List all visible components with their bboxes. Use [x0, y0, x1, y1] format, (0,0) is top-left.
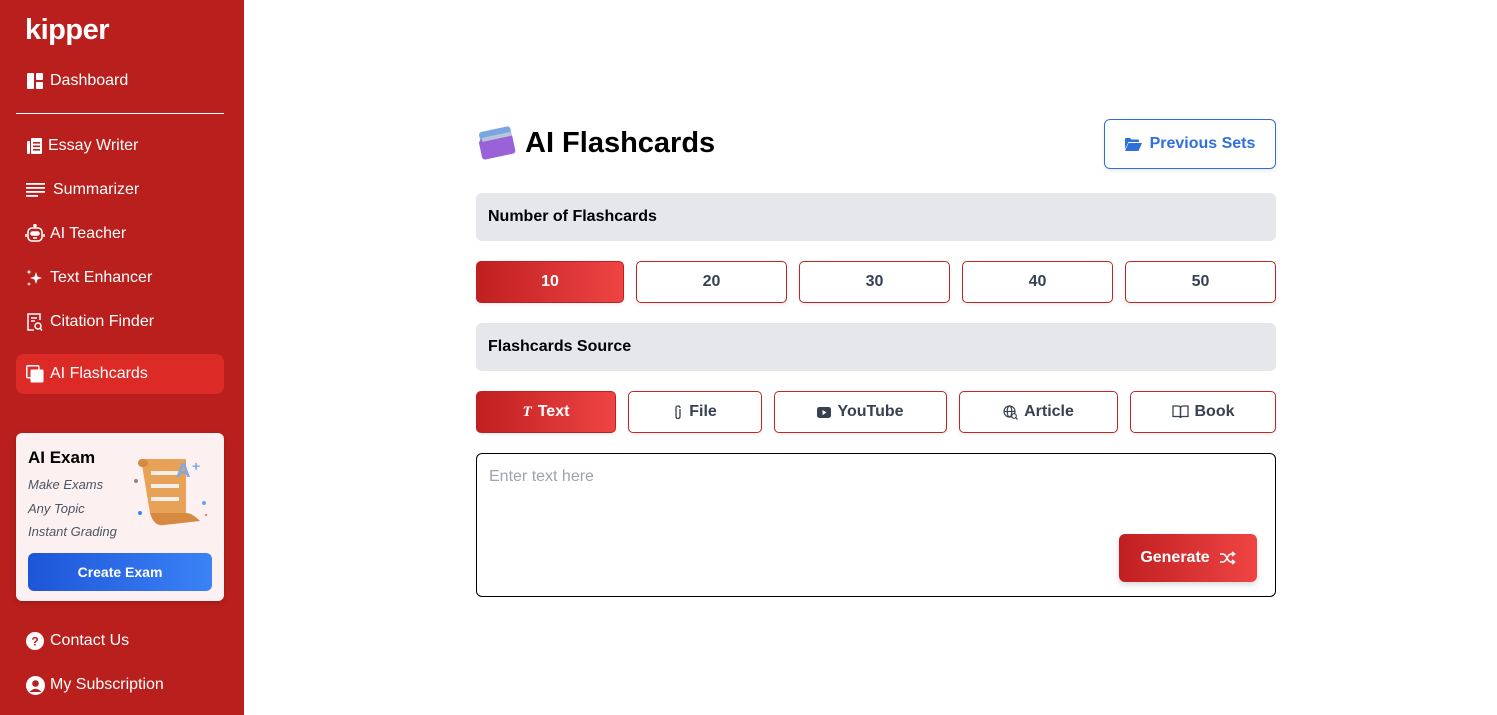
sidebar-item-label: Summarizer — [53, 181, 140, 198]
source-option-youtube[interactable]: YouTube — [774, 391, 947, 433]
book-icon — [1171, 405, 1189, 419]
flashcards-icon — [479, 126, 516, 160]
sidebar-item-summarizer[interactable]: Summarizer — [16, 170, 224, 210]
generate-label: Generate — [1140, 549, 1210, 566]
robot-icon — [25, 224, 45, 244]
sidebar-item-label: Citation Finder — [50, 313, 155, 330]
source-option-label: Article — [1024, 403, 1074, 420]
paperclip-icon — [675, 404, 681, 419]
cards-icon — [25, 364, 45, 384]
shuffle-icon — [1219, 551, 1236, 565]
sidebar-item-dashboard[interactable]: Dashboard — [16, 61, 224, 101]
create-exam-button[interactable]: Create Exam — [28, 553, 212, 591]
svg-text:?: ? — [31, 635, 38, 649]
sidebar-item-label: Text Enhancer — [50, 269, 153, 286]
count-option-40[interactable]: 40 — [962, 261, 1113, 303]
previous-sets-label: Previous Sets — [1149, 135, 1256, 152]
text-input-container: Generate — [476, 453, 1276, 597]
sidebar-item-citation-finder[interactable]: Citation Finder — [16, 302, 224, 342]
svg-text:A: A — [176, 460, 190, 482]
count-option-20[interactable]: 20 — [636, 261, 787, 303]
sidebar-item-label: My Subscription — [50, 676, 164, 693]
sidebar-item-label: AI Teacher — [50, 225, 127, 242]
source-option-label: Book — [1194, 403, 1235, 420]
svg-text:+: + — [192, 458, 200, 474]
user-circle-icon — [25, 675, 45, 695]
source-option-file[interactable]: File — [628, 391, 762, 433]
previous-sets-button[interactable]: Previous Sets — [1104, 119, 1276, 169]
youtube-icon — [817, 406, 832, 418]
sidebar-item-label: Essay Writer — [48, 137, 139, 154]
sidebar-item-ai-teacher[interactable]: AI Teacher — [16, 214, 224, 254]
count-option-30[interactable]: 30 — [799, 261, 950, 303]
document-icon — [25, 136, 43, 156]
dashboard-icon — [25, 71, 45, 91]
sidebar-item-essay-writer[interactable]: Essay Writer — [16, 126, 224, 166]
sidebar-item-ai-flashcards[interactable]: AI Flashcards — [16, 354, 224, 394]
flashcards-source-header: Flashcards Source — [476, 323, 1276, 371]
globe-search-icon — [1003, 404, 1019, 420]
source-option-article[interactable]: Article — [959, 391, 1118, 433]
logo[interactable]: kipper — [25, 14, 110, 47]
document-search-icon — [25, 312, 45, 332]
question-circle-icon: ? — [25, 631, 45, 651]
source-option-label: YouTube — [837, 403, 904, 420]
promo-line: Any Topic — [28, 501, 85, 516]
text-lines-icon — [25, 180, 45, 200]
source-option-book[interactable]: Book — [1130, 391, 1276, 433]
sidebar-item-label: AI Flashcards — [50, 365, 148, 382]
sidebar-item-contact-us[interactable]: ? Contact Us — [16, 621, 224, 661]
page-header: AI Flashcards — [476, 126, 715, 160]
page-title: AI Flashcards — [525, 126, 716, 159]
promo-title: AI Exam — [28, 448, 96, 467]
sidebar-item-text-enhancer[interactable]: Text Enhancer — [16, 258, 224, 298]
folder-open-icon — [1124, 137, 1142, 151]
text-italic-icon: T — [522, 403, 532, 420]
promo-line: Instant Grading — [28, 524, 117, 539]
sidebar-divider — [16, 113, 224, 114]
count-option-10[interactable]: 10 — [476, 261, 624, 303]
count-option-50[interactable]: 50 — [1125, 261, 1276, 303]
sidebar: kipper Dashboard Essay Writer Summarizer… — [0, 0, 244, 715]
sidebar-item-label: Contact Us — [50, 632, 130, 649]
sidebar-item-label: Dashboard — [50, 72, 129, 89]
exam-scroll-illustration: A + — [134, 458, 207, 526]
sidebar-item-my-subscription[interactable]: My Subscription — [16, 665, 224, 705]
sparkles-icon — [25, 268, 45, 288]
number-of-flashcards-header: Number of Flashcards — [476, 193, 1276, 241]
ai-exam-promo-card: AI Exam Make Exams Any Topic Instant Gra… — [16, 433, 224, 601]
source-option-label: Text — [537, 403, 570, 420]
generate-button[interactable]: Generate — [1119, 534, 1257, 582]
source-option-text[interactable]: T Text — [476, 391, 616, 433]
promo-line: Make Exams — [28, 477, 104, 492]
source-option-label: File — [689, 403, 717, 420]
